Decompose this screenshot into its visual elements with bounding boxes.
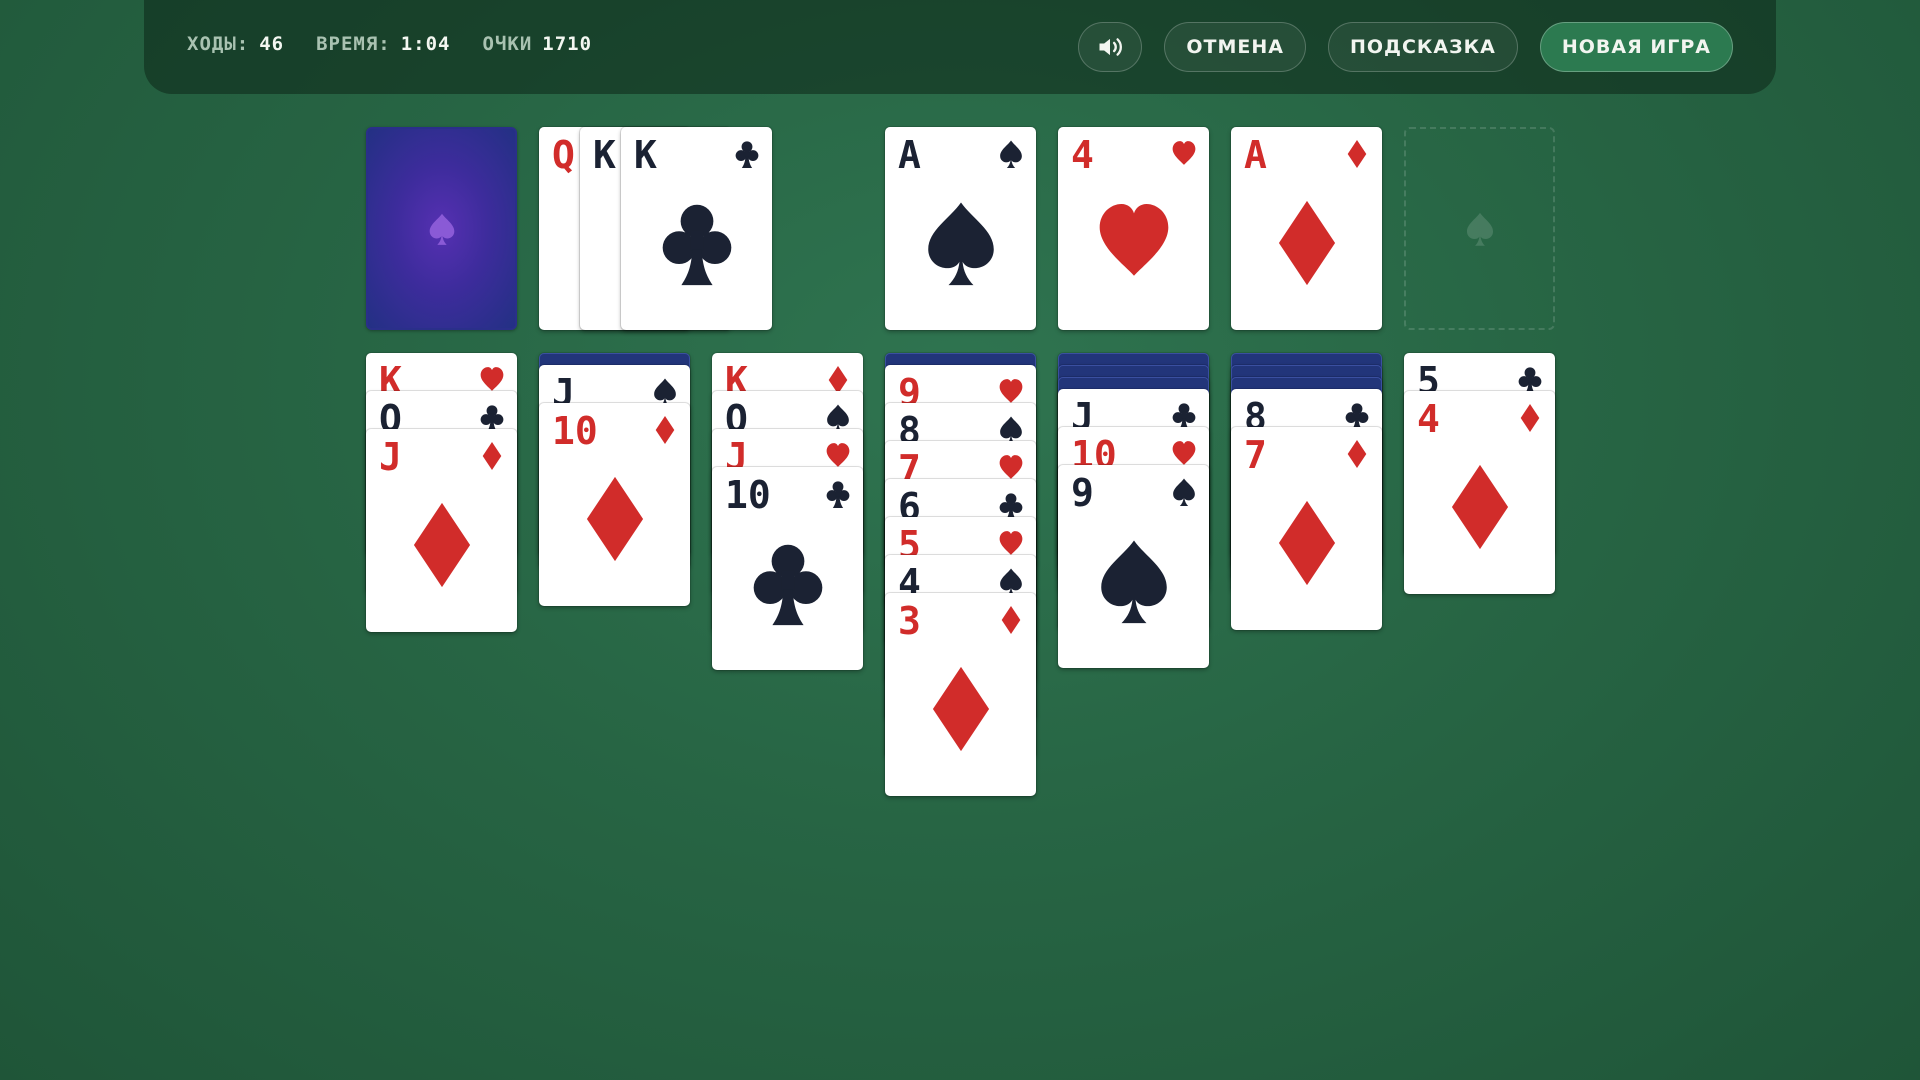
card-rank: K [593, 133, 616, 177]
diamond-icon [1451, 464, 1509, 550]
score-label: ОЧКИ [482, 33, 533, 55]
card-rank: 9 [1071, 471, 1094, 515]
spade-icon [1000, 140, 1022, 168]
card-rank: 4 [1417, 397, 1440, 441]
diamond-icon [482, 442, 502, 470]
moves-stat: ХОДЫ: 46 [187, 33, 284, 55]
diamond-icon [655, 416, 675, 444]
card-rank: K [634, 133, 657, 177]
top-bar: ХОДЫ: 46 ВРЕМЯ: 1:04 ОЧКИ 1710 ОТМЕНА ПОДСК… [144, 0, 1776, 94]
diamond-icon [1520, 404, 1540, 432]
diamond-icon [413, 502, 471, 588]
heart-icon [1172, 141, 1196, 165]
time-stat: ВРЕМЯ: 1:04 [316, 33, 450, 55]
playing-card[interactable]: A [1231, 127, 1382, 330]
diamond-icon [932, 666, 990, 752]
spade-icon [928, 202, 994, 286]
club-icon [826, 481, 850, 508]
club-icon [662, 204, 732, 286]
time-value: 1:04 [400, 33, 451, 55]
card-rank: A [1244, 133, 1267, 177]
diamond-icon [1278, 200, 1336, 286]
spade-icon [1173, 478, 1195, 506]
diamond-icon [1347, 140, 1367, 168]
playing-card[interactable]: 10 [539, 403, 690, 606]
score-value: 1710 [542, 33, 593, 55]
playing-card[interactable]: J [366, 429, 517, 632]
stats-panel: ХОДЫ: 46 ВРЕМЯ: 1:04 ОЧКИ 1710 [187, 33, 592, 55]
foundation-slot-empty[interactable] [1404, 127, 1555, 330]
diamond-icon [586, 476, 644, 562]
card-rank: J [379, 435, 402, 479]
playing-card[interactable]: 10 [712, 467, 863, 670]
diamond-icon [1278, 500, 1336, 586]
stock-pile[interactable] [366, 127, 517, 330]
sound-toggle-button[interactable] [1078, 22, 1143, 72]
heart-icon [1099, 204, 1169, 276]
diamond-icon [1347, 440, 1367, 468]
spade-icon [1101, 540, 1167, 624]
card-rank: 10 [552, 409, 598, 453]
moves-label: ХОДЫ: [187, 33, 250, 55]
moves-value: 46 [259, 33, 285, 55]
new-game-button[interactable]: НОВАЯ ИГРА [1539, 22, 1733, 72]
card-rank: 10 [725, 473, 771, 517]
playing-card[interactable]: 4 [1404, 391, 1555, 594]
time-label: ВРЕМЯ: [316, 33, 391, 55]
playing-card[interactable]: A [885, 127, 1036, 330]
card-rank: 3 [898, 599, 921, 643]
spade-icon [429, 213, 454, 245]
playing-card[interactable]: 9 [1058, 465, 1209, 668]
playing-card[interactable]: 3 [885, 593, 1036, 796]
undo-button[interactable]: ОТМЕНА [1164, 22, 1306, 72]
card-rank: 7 [1244, 433, 1267, 477]
card-rank: 4 [1071, 133, 1094, 177]
diamond-icon [1001, 606, 1021, 634]
hint-button[interactable]: ПОДСКАЗКА [1327, 22, 1518, 72]
spade-icon [1466, 212, 1493, 246]
score-stat: ОЧКИ 1710 [483, 33, 593, 55]
club-icon [735, 141, 759, 168]
club-icon [753, 544, 823, 626]
playing-card[interactable]: 4 [1058, 127, 1209, 330]
card-rank: A [898, 133, 921, 177]
toolbar: ОТМЕНА ПОДСКАЗКА НОВАЯ ИГРА [1078, 22, 1733, 72]
card-rank: Q [552, 133, 575, 177]
playing-card[interactable]: K [621, 127, 772, 330]
speaker-icon [1099, 38, 1123, 56]
playing-card[interactable]: 7 [1231, 427, 1382, 630]
